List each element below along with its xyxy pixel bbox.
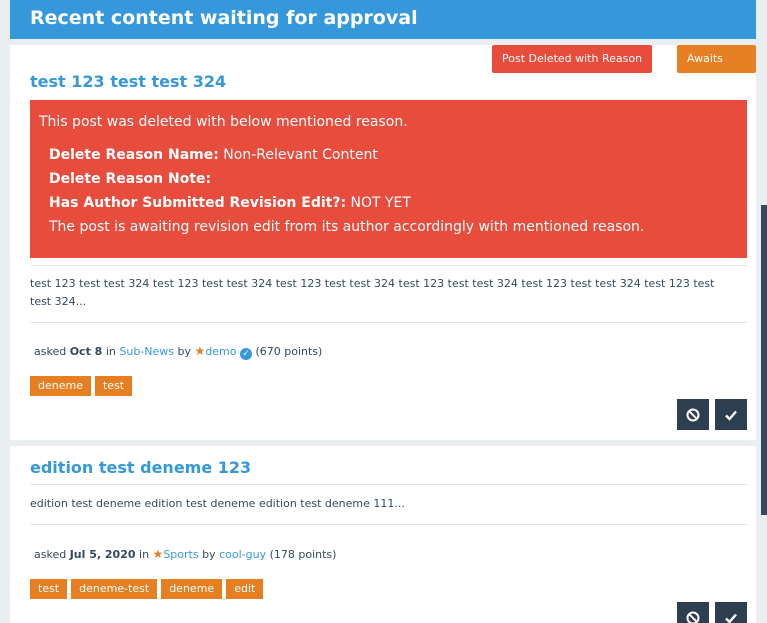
- meta-asked: asked: [34, 345, 67, 358]
- alert-footer: The post is awaiting revision edit from …: [49, 219, 645, 235]
- meta-in: in: [105, 345, 116, 358]
- check-icon: [725, 613, 737, 623]
- reason-name-label: Delete Reason Name:: [49, 147, 219, 163]
- tag-test[interactable]: test: [94, 376, 133, 396]
- revision-value: NOT YET: [346, 195, 411, 211]
- ban-icon: [686, 611, 700, 623]
- divider: [30, 265, 747, 266]
- question-meta: asked Jul 5, 2020 in ★Sports by cool-guy…: [34, 547, 336, 561]
- question-excerpt: test 123 test test 324 test 123 test tes…: [30, 277, 715, 308]
- meta-date[interactable]: Oct 8: [70, 345, 103, 358]
- moderation-actions: [677, 399, 747, 430]
- meta-by: by: [177, 345, 192, 358]
- category-link[interactable]: Sports: [163, 548, 198, 561]
- meta-by: by: [202, 548, 216, 561]
- ban-icon: [686, 408, 700, 421]
- meta-in: in: [139, 548, 150, 561]
- reason-name-row: Delete Reason Name: Non-Relevant Content: [49, 147, 378, 163]
- approve-button[interactable]: [715, 399, 747, 430]
- check-icon: [725, 410, 737, 421]
- user-points: (178 points): [269, 548, 337, 561]
- tag-deneme-test[interactable]: deneme-test: [71, 579, 158, 599]
- user-link[interactable]: cool-guy: [219, 548, 266, 561]
- moderation-actions: [677, 602, 747, 623]
- tag-list: test deneme-test deneme edit: [30, 579, 264, 599]
- deleted-badge: Post Deleted with Reason: [492, 45, 653, 73]
- scrollbar[interactable]: [761, 205, 767, 515]
- question-title-link[interactable]: edition test deneme 123: [30, 458, 251, 477]
- divider: [30, 484, 747, 485]
- tag-test[interactable]: test: [30, 579, 68, 599]
- reason-note-label: Delete Reason Note:: [49, 171, 212, 187]
- question-meta: asked Oct 8 in Sub-News by ★demo ✓ (670 …: [34, 344, 322, 360]
- tag-list: deneme test: [30, 376, 133, 396]
- meta-asked: asked: [34, 548, 67, 561]
- reject-button[interactable]: [677, 602, 709, 623]
- revision-label: Has Author Submitted Revision Edit?:: [49, 195, 347, 211]
- tag-deneme[interactable]: deneme: [161, 579, 223, 599]
- star-icon: ★: [152, 547, 164, 561]
- divider: [30, 524, 747, 525]
- question-card: Post Deleted with Reason Awaits Edit tes…: [10, 45, 756, 440]
- verified-icon: ✓: [239, 348, 252, 360]
- divider: [30, 322, 747, 323]
- meta-date[interactable]: Jul 5, 2020: [70, 548, 136, 561]
- reason-name-value: Non-Relevant Content: [218, 147, 378, 163]
- delete-reason-alert: This post was deleted with below mention…: [30, 100, 747, 258]
- tag-deneme[interactable]: deneme: [30, 376, 91, 396]
- awaits-edit-badge: Awaits Edit: [677, 45, 756, 93]
- question-excerpt: edition test deneme edition test deneme …: [30, 497, 405, 510]
- page-header: Recent content waiting for approval: [10, 0, 756, 39]
- question-card: edition test deneme 123 edition test den…: [10, 446, 756, 623]
- tag-edit[interactable]: edit: [226, 579, 264, 599]
- revision-row: Has Author Submitted Revision Edit?: NOT…: [49, 195, 411, 211]
- page-title: Recent content waiting for approval: [30, 7, 418, 29]
- user-link[interactable]: demo: [205, 345, 236, 358]
- reason-note-row: Delete Reason Note:: [49, 171, 211, 187]
- user-points: (670 points): [255, 345, 323, 358]
- star-icon: ★: [194, 344, 206, 358]
- alert-intro: This post was deleted with below mention…: [39, 114, 408, 130]
- approve-button[interactable]: [715, 602, 747, 623]
- category-link[interactable]: Sub-News: [119, 345, 174, 358]
- question-title-link[interactable]: test 123 test test 324: [30, 72, 226, 91]
- reject-button[interactable]: [677, 399, 709, 430]
